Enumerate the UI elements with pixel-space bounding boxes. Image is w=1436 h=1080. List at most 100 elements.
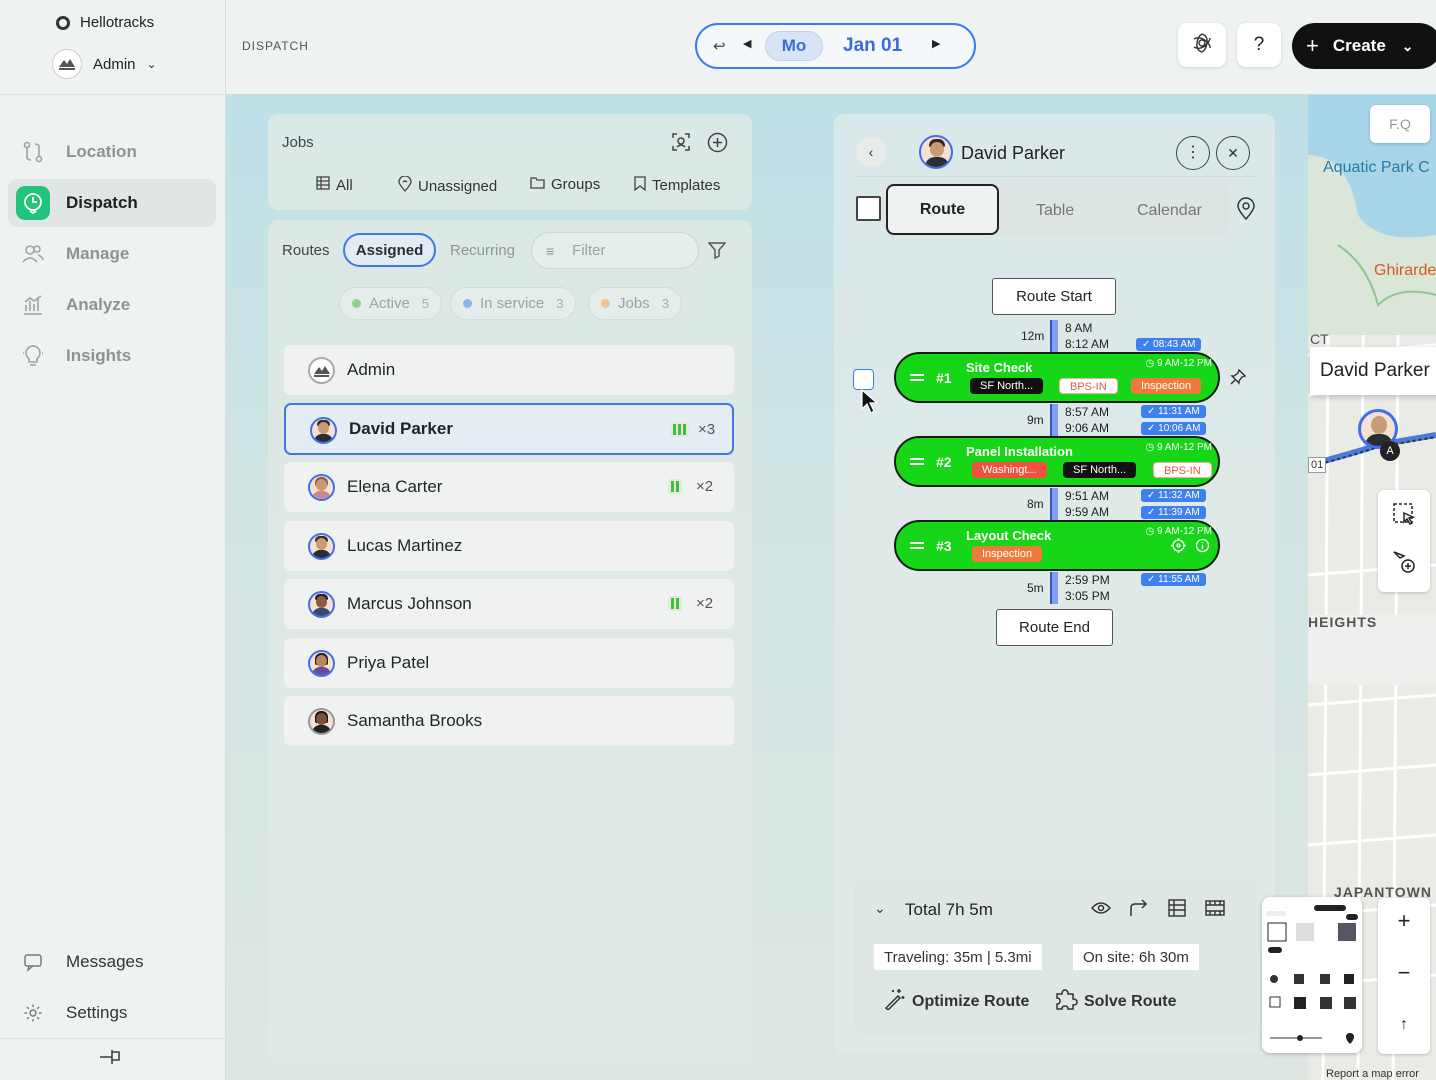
- nav-settings[interactable]: Settings: [8, 989, 216, 1037]
- route-item-priya-patel[interactable]: Priya Patel: [284, 638, 734, 688]
- nav-label: Manage: [66, 244, 130, 263]
- route-item-david-parker[interactable]: David Parker ×3: [284, 403, 734, 455]
- crosshair-icon[interactable]: [1171, 538, 1186, 558]
- job-card-2[interactable]: #2 Panel Installation ◷ 9 AM-12 PM Washi…: [894, 436, 1220, 487]
- scan-icon[interactable]: [671, 132, 691, 157]
- collapse-chevron-icon[interactable]: ⌄: [874, 900, 886, 917]
- add-waypoint-icon[interactable]: [1392, 550, 1416, 581]
- chip-jobs[interactable]: Jobs 3: [588, 287, 682, 320]
- map-label: CT: [1310, 331, 1329, 347]
- magic-wand-icon: [884, 988, 906, 1015]
- tab-assigned[interactable]: Assigned: [343, 233, 436, 267]
- status-dot: [352, 299, 361, 308]
- nav-insights[interactable]: Insights: [8, 332, 216, 380]
- map-search-button[interactable]: F.Q: [1370, 105, 1430, 143]
- share-arrow-icon[interactable]: [1129, 899, 1149, 922]
- users-icon: [16, 237, 50, 271]
- actual-time-badge: ✓ 10:06 AM: [1141, 422, 1207, 435]
- more-options-button[interactable]: ⋮: [1176, 136, 1210, 170]
- current-date[interactable]: Jan 01: [843, 35, 902, 57]
- funnel-icon[interactable]: [707, 241, 727, 264]
- route-item-lucas-martinez[interactable]: Lucas Martinez: [284, 521, 734, 571]
- route-name: Lucas Martinez: [347, 536, 463, 555]
- jobs-title: Jobs: [282, 134, 314, 151]
- job-1-checkbox[interactable]: [853, 369, 874, 390]
- zoom-in-button[interactable]: +: [1378, 908, 1430, 934]
- ai-assistant-button[interactable]: [1178, 23, 1226, 67]
- driver-name: David Parker: [961, 143, 1066, 163]
- chevron-down-icon: ⌄: [1401, 37, 1414, 54]
- back-button[interactable]: ‹: [856, 137, 886, 167]
- select-area-icon[interactable]: [1392, 502, 1416, 531]
- route-item-elena-carter[interactable]: Elena Carter ×2: [284, 462, 734, 512]
- route-item-admin[interactable]: Admin: [284, 345, 734, 395]
- prev-day-icon[interactable]: ◀: [743, 37, 751, 50]
- help-button[interactable]: ?: [1237, 23, 1281, 67]
- optimize-route-button[interactable]: Optimize Route: [884, 988, 1029, 1015]
- eye-icon[interactable]: [1090, 901, 1112, 920]
- next-day-icon[interactable]: ▶: [932, 37, 940, 50]
- route-start-button[interactable]: Route Start: [992, 278, 1116, 315]
- nav-manage[interactable]: Manage: [8, 230, 216, 278]
- nav-label: Analyze: [66, 295, 131, 314]
- nav-messages[interactable]: Messages: [8, 938, 216, 986]
- day-badge[interactable]: Mo: [765, 31, 823, 61]
- account-switcher[interactable]: Admin ⌄: [52, 49, 157, 79]
- nav-label: Insights: [66, 346, 132, 365]
- filter-input[interactable]: ≡ Filter: [531, 232, 699, 269]
- tab-route[interactable]: Route: [886, 184, 999, 235]
- nav-dispatch[interactable]: Dispatch: [8, 179, 216, 227]
- job-card-3[interactable]: #3 Layout Check ◷ 9 AM-12 PM Inspection: [894, 520, 1220, 571]
- chip-label: In service: [480, 295, 545, 312]
- route-item-marcus-johnson[interactable]: Marcus Johnson ×2: [284, 579, 734, 629]
- film-icon[interactable]: [1205, 900, 1225, 921]
- jobs-tab-groups[interactable]: Groups: [530, 176, 600, 193]
- nav-label: Dispatch: [66, 193, 138, 212]
- close-button[interactable]: ✕: [1216, 136, 1250, 170]
- depart-time: 8 AM: [1065, 321, 1093, 335]
- jobs-tab-all[interactable]: All: [316, 176, 353, 194]
- avatar: [308, 650, 335, 677]
- report-map-error-link[interactable]: Report a map error: [1326, 1068, 1419, 1080]
- job-tag: SF North...: [970, 378, 1044, 394]
- info-icon[interactable]: [1195, 538, 1210, 558]
- app-name: Hellotracks: [80, 14, 155, 31]
- route-item-samantha-brooks[interactable]: Samantha Brooks: [284, 696, 734, 746]
- map-stop-marker[interactable]: A: [1380, 441, 1400, 461]
- depart-time: 8:57 AM: [1065, 405, 1110, 419]
- job-card-1[interactable]: #1 Site Check ◷ 9 AM-12 PM SF North... B…: [894, 352, 1220, 403]
- compass-button[interactable]: ↑: [1378, 1016, 1430, 1034]
- tab-table[interactable]: Table: [1036, 202, 1074, 220]
- chip-in-service[interactable]: In service 3: [450, 287, 577, 320]
- pin-sidebar-icon[interactable]: [98, 1046, 122, 1073]
- select-all-checkbox[interactable]: [856, 196, 881, 221]
- location-target-icon[interactable]: [1236, 197, 1256, 226]
- drag-handle-icon[interactable]: [910, 374, 924, 381]
- undo-icon[interactable]: ↩: [713, 37, 726, 55]
- jobs-tab-templates[interactable]: Templates: [634, 176, 720, 195]
- tab-recurring[interactable]: Recurring: [450, 242, 515, 259]
- chip-active[interactable]: Active 5: [339, 287, 443, 320]
- add-job-icon[interactable]: [707, 132, 728, 158]
- create-button[interactable]: + Create ⌄: [1292, 23, 1436, 69]
- spreadsheet-icon[interactable]: [1168, 899, 1186, 922]
- status-bars-icon: [668, 479, 682, 494]
- travel-duration: 12m: [1021, 329, 1045, 343]
- drag-handle-icon[interactable]: [910, 458, 924, 465]
- route-end-button[interactable]: Route End: [996, 609, 1113, 646]
- jobs-tab-unassigned[interactable]: Unassigned: [398, 175, 497, 196]
- nav-analyze[interactable]: Analyze: [8, 281, 216, 329]
- solve-route-button[interactable]: Solve Route: [1054, 988, 1176, 1015]
- chevron-down-icon: ⌄: [146, 57, 157, 71]
- driver-map-card[interactable]: David Parker: [1310, 347, 1436, 395]
- pushpin-icon[interactable]: [1229, 368, 1247, 391]
- map-layers-panel[interactable]: [1262, 897, 1362, 1053]
- mouse-cursor-icon: [860, 388, 879, 420]
- nav-label: Settings: [66, 1003, 128, 1022]
- drag-handle-icon[interactable]: [910, 542, 924, 549]
- tab-calendar[interactable]: Calendar: [1137, 202, 1202, 220]
- zoom-out-button[interactable]: −: [1378, 960, 1430, 986]
- avatar: [308, 474, 335, 501]
- nav-location[interactable]: Location: [8, 128, 216, 176]
- chevron-left-icon: ‹: [868, 144, 874, 160]
